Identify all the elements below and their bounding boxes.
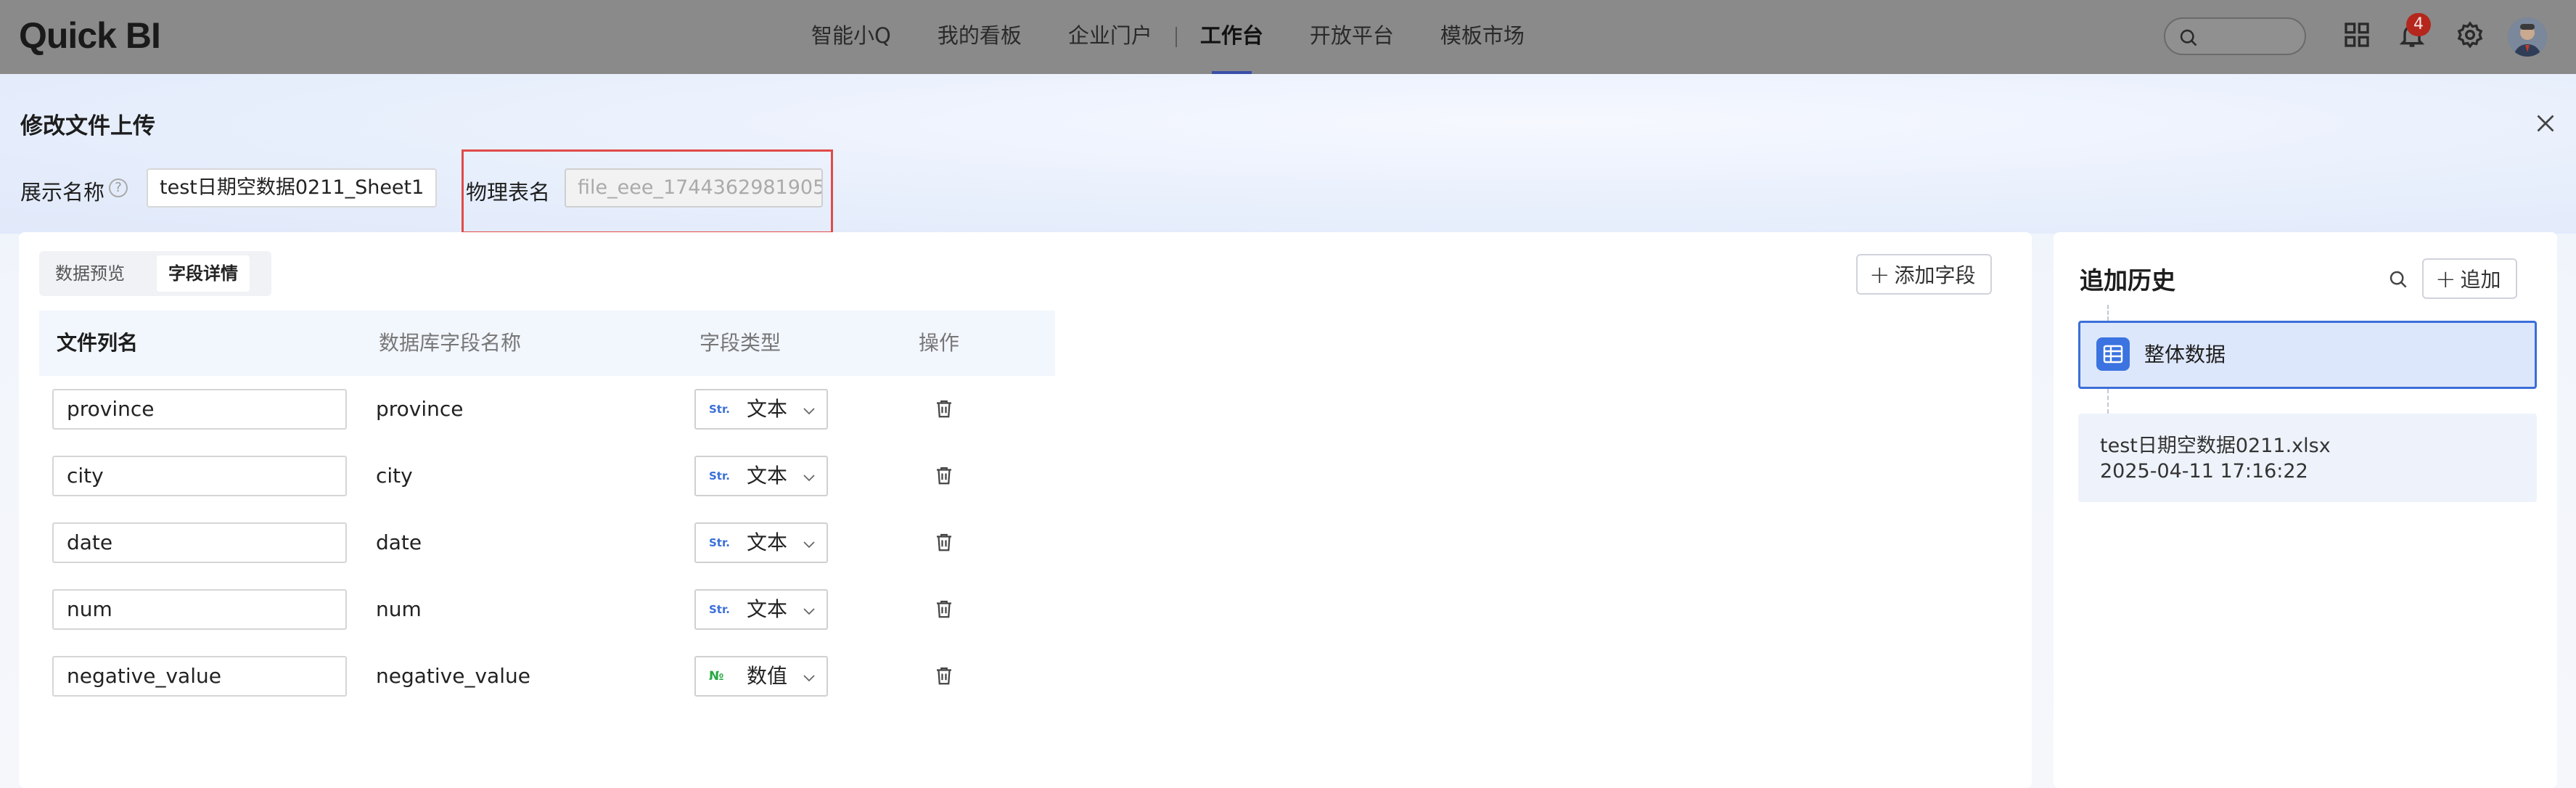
quick-bi-logo[interactable]: Quick BI — [19, 15, 161, 57]
file-column-input[interactable]: num — [52, 589, 347, 630]
help-icon[interactable]: ? — [109, 178, 128, 197]
file-column-input[interactable]: negative_value — [52, 656, 347, 697]
global-search-input[interactable] — [2164, 17, 2306, 55]
dialog-title: 修改文件上传 — [20, 113, 155, 139]
table-icon — [2096, 337, 2130, 371]
chevron-down-icon — [803, 475, 815, 482]
display-name-input[interactable]: test日期空数据0211_Sheet1 — [147, 168, 437, 208]
top-navbar: Quick BI 智能小Q 我的看板 企业门户 工作台 开放平台 模板市场 4 — [0, 0, 2576, 74]
field-type-select[interactable]: Str. 文本 — [694, 589, 828, 630]
db-field-name: num — [376, 597, 422, 621]
edit-file-upload-dialog: 修改文件上传 展示名称 ? test日期空数据0211_Sheet1 物理表名 … — [0, 74, 2576, 788]
trash-icon[interactable] — [933, 398, 955, 419]
user-avatar[interactable] — [2508, 17, 2547, 57]
tab-data-preview[interactable]: 数据预览 — [44, 255, 136, 292]
db-field-name: negative_value — [376, 664, 530, 688]
append-history-panel: 追加历史 + 追加 整体数据 test日期空数据0211.xlsx 2025-04… — [2054, 232, 2557, 788]
header-field-type: 字段类型 — [700, 331, 782, 355]
field-type-select[interactable]: Str. 文本 — [694, 522, 828, 563]
search-icon — [2180, 29, 2197, 46]
field-type-value: 文本 — [747, 597, 788, 621]
physical-name-label: 物理表名 — [466, 180, 551, 205]
field-type-value: 文本 — [747, 530, 788, 554]
nav-item-my-dashboard[interactable]: 我的看板 — [938, 0, 1022, 74]
append-button[interactable]: + 追加 — [2422, 258, 2517, 299]
chevron-down-icon — [803, 675, 815, 682]
db-field-name: city — [376, 464, 413, 488]
nav-item-template-market[interactable]: 模板市场 — [1440, 0, 1525, 74]
tab-field-details[interactable]: 字段详情 — [157, 255, 250, 292]
db-field-name: date — [376, 530, 422, 554]
history-all-data[interactable]: 整体数据 — [2078, 321, 2537, 389]
history-timestamp: 2025-04-11 17:16:22 — [2100, 460, 2308, 483]
apps-grid-icon[interactable] — [2342, 20, 2371, 49]
display-name-label: 展示名称 — [20, 180, 105, 205]
table-row: negative_value negative_value № 数值 — [39, 643, 1055, 710]
plus-icon: + — [1869, 260, 1890, 290]
field-panel: 数据预览 字段详情 + 添加字段 文件列名 数据库字段名称 字段类型 操作 pro… — [19, 232, 2032, 788]
close-icon[interactable] — [2532, 110, 2559, 136]
notification-badge: 4 — [2406, 13, 2431, 36]
plus-icon: + — [2435, 265, 2456, 294]
file-column-input[interactable]: city — [52, 456, 347, 496]
field-type-value: 文本 — [747, 397, 788, 421]
table-row: city city Str. 文本 — [39, 443, 1055, 509]
field-type-value: 文本 — [747, 464, 788, 488]
history-file-name: test日期空数据0211.xlsx — [2100, 435, 2331, 457]
trash-icon[interactable] — [933, 598, 955, 620]
db-field-name: province — [376, 397, 464, 421]
field-type-select[interactable]: № 数值 — [694, 656, 828, 697]
table-row: province province Str. 文本 — [39, 376, 1055, 443]
field-type-select[interactable]: Str. 文本 — [694, 389, 828, 430]
history-title: 追加历史 — [2080, 266, 2175, 295]
history-all-label: 整体数据 — [2144, 342, 2226, 366]
add-field-label: 添加字段 — [1894, 263, 1976, 287]
nav-item-open-platform[interactable]: 开放平台 — [1310, 0, 1394, 74]
physical-name-input: file_eee_1744362981905 — [565, 168, 823, 208]
header-db-field: 数据库字段名称 — [379, 331, 522, 355]
main-nav: 智能小Q 我的看板 企业门户 工作台 开放平台 模板市场 — [811, 0, 1571, 74]
trash-icon[interactable] — [933, 665, 955, 686]
table-row: date date Str. 文本 — [39, 509, 1055, 576]
chevron-down-icon — [803, 408, 815, 415]
table-row: num num Str. 文本 — [39, 576, 1055, 643]
chevron-down-icon — [803, 608, 815, 615]
header-actions: 操作 — [919, 331, 960, 355]
trash-icon[interactable] — [933, 531, 955, 553]
string-type-tag: Str. — [709, 469, 730, 483]
file-column-input[interactable]: date — [52, 522, 347, 563]
gear-icon[interactable] — [2456, 20, 2485, 49]
string-type-tag: Str. — [709, 536, 730, 549]
file-column-input[interactable]: province — [52, 389, 347, 430]
nav-item-workbench[interactable]: 工作台 — [1200, 0, 1263, 74]
nav-item-enterprise-portal[interactable]: 企业门户 — [1068, 0, 1152, 74]
trash-icon[interactable] — [933, 464, 955, 486]
string-type-tag: Str. — [709, 403, 730, 416]
append-label: 追加 — [2460, 268, 2501, 292]
nav-item-smart-q[interactable]: 智能小Q — [811, 0, 891, 74]
add-field-button[interactable]: + 添加字段 — [1856, 254, 1992, 295]
string-type-tag: Str. — [709, 603, 730, 616]
field-type-value: 数值 — [747, 664, 788, 688]
tab-switcher: 数据预览 字段详情 — [39, 251, 271, 296]
nav-divider — [1175, 27, 1177, 47]
number-type-tag: № — [709, 669, 724, 684]
history-item[interactable]: test日期空数据0211.xlsx 2025-04-11 17:16:22 — [2078, 414, 2537, 502]
chevron-down-icon — [803, 541, 815, 549]
table-header: 文件列名 数据库字段名称 字段类型 操作 — [39, 311, 1055, 376]
search-icon[interactable] — [2387, 268, 2409, 290]
field-type-select[interactable]: Str. 文本 — [694, 456, 828, 496]
header-file-column: 文件列名 — [57, 331, 139, 355]
